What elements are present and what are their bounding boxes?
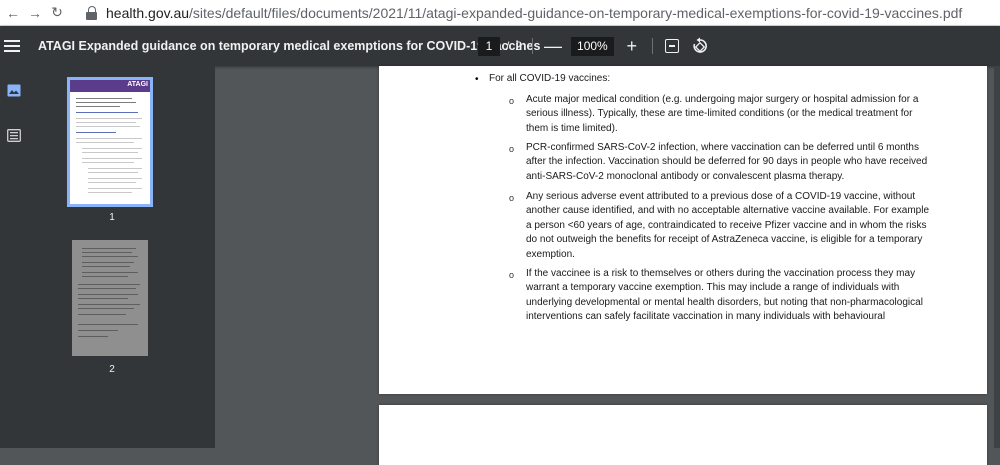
menu-icon[interactable]	[4, 40, 20, 52]
exemption-item-2: PCR-confirmed SARS-CoV-2 infection, wher…	[526, 142, 928, 182]
thumbnail-view-icon[interactable]	[7, 84, 21, 97]
zoom-level-input[interactable]: 100%	[571, 36, 614, 56]
pdf-toolbar: ATAGI Expanded guidance on temporary med…	[0, 26, 1000, 66]
thumbnail-label-1: 1	[109, 212, 115, 223]
exemption-item-3: Any serious adverse event attributed to …	[526, 191, 930, 260]
sub-bullet-icon: o	[509, 144, 515, 154]
page-thumbnail-1[interactable]: ATAGI	[67, 77, 153, 207]
thumbnail-label-2: 2	[109, 364, 115, 375]
back-icon[interactable]: ←	[4, 5, 22, 21]
lock-icon[interactable]	[86, 5, 98, 20]
sub-bullet-icon: o	[509, 193, 515, 203]
bullet-icon: •	[475, 74, 479, 85]
document-title: ATAGI Expanded guidance on temporary med…	[38, 39, 541, 53]
thumbnail-panel: ATAGI 1 2	[32, 66, 215, 448]
thumbnail-badge: ATAGI	[127, 81, 148, 88]
outline-view-icon[interactable]	[7, 129, 21, 142]
rotate-icon[interactable]	[691, 37, 709, 55]
main-bullet-text: For all COVID-19 vaccines:	[489, 73, 611, 84]
fit-to-page-icon[interactable]	[664, 39, 679, 53]
sidebar-rail	[0, 66, 32, 448]
url-text[interactable]: health.gov.au/sites/default/files/docume…	[106, 5, 962, 21]
exemption-item-4: If the vaccinee is a risk to themselves …	[526, 268, 923, 323]
page-separator: /	[506, 39, 510, 53]
address-bar[interactable]: ← → ↻ health.gov.au/sites/default/files/…	[0, 0, 1000, 26]
reload-icon[interactable]: ↻	[48, 4, 66, 21]
toolbar-divider	[651, 38, 653, 54]
page-number-input[interactable]: 1	[478, 36, 500, 56]
scrollbar[interactable]	[994, 66, 1000, 448]
pdf-page-1: • For all COVID-19 vaccines: o Acute maj…	[379, 66, 987, 394]
thumbnail-header-band: ATAGI	[70, 80, 150, 92]
page-thumbnail-2[interactable]	[72, 240, 148, 356]
zoom-in-button[interactable]: +	[622, 37, 642, 55]
pdf-page-2	[379, 405, 987, 465]
total-pages: 2	[515, 39, 523, 53]
sub-bullet-icon: o	[509, 96, 515, 106]
sub-bullet-icon: o	[509, 270, 515, 280]
zoom-out-button[interactable]: —	[543, 37, 563, 55]
forward-icon[interactable]: →	[26, 5, 44, 21]
exemption-item-1: Acute major medical condition (e.g. unde…	[526, 94, 919, 134]
toolbar-divider	[532, 38, 534, 54]
